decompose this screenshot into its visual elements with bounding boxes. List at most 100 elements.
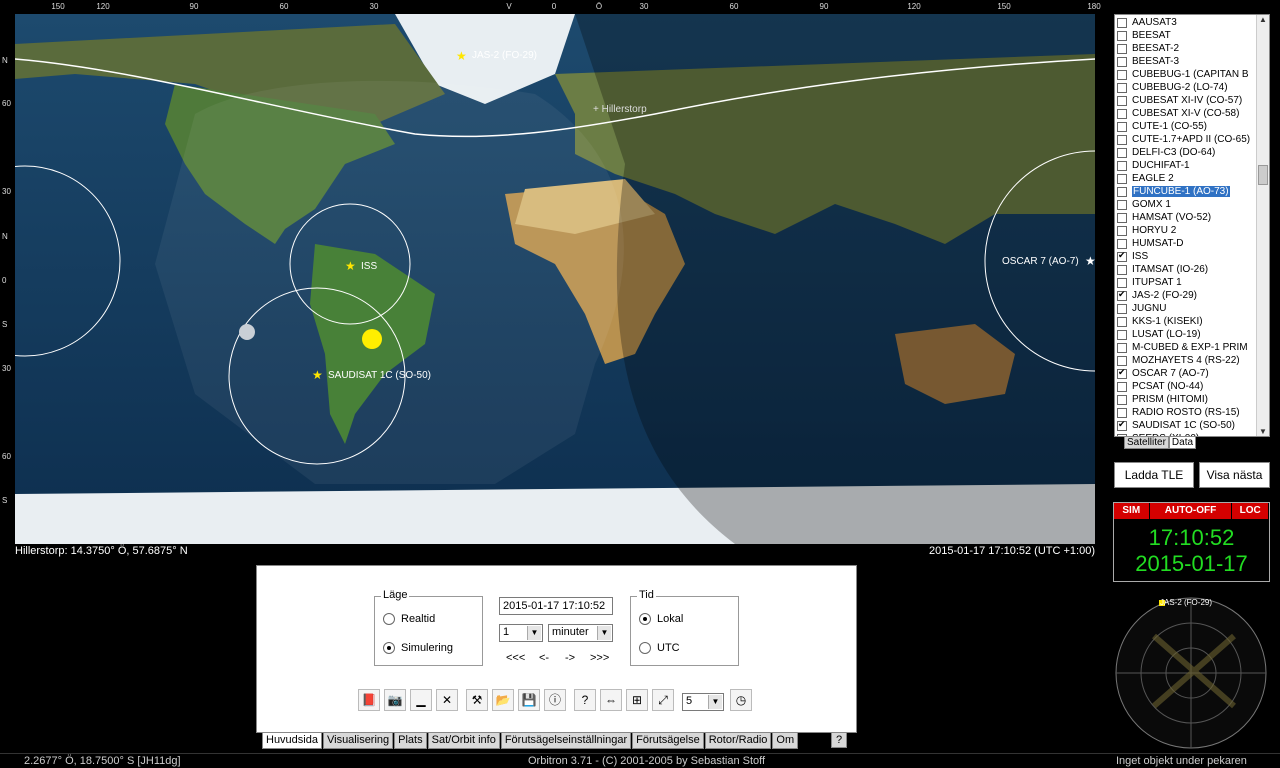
step-value-select[interactable]: 1 ▼ — [499, 624, 543, 642]
satellite-checkbox[interactable] — [1117, 108, 1127, 119]
tab-visualisering[interactable]: Visualisering — [322, 733, 394, 749]
satellite-checkbox[interactable] — [1117, 277, 1127, 288]
folder-open-icon[interactable]: 📂 — [492, 689, 514, 711]
time-local-radio[interactable]: Lokal — [639, 613, 683, 625]
satellite-star-icon[interactable]: ★ — [312, 369, 323, 381]
help-button[interactable]: ? — [831, 733, 848, 748]
step-back-button[interactable]: <- — [539, 652, 549, 664]
tab-about[interactable]: Om — [772, 733, 799, 749]
fullscreen-icon[interactable]: ⤢ — [652, 689, 674, 711]
satellite-checkbox[interactable] — [1117, 289, 1127, 301]
satellite-list-item[interactable]: SAUDISAT 1C (SO-50) — [1117, 419, 1235, 432]
satellite-checkbox[interactable] — [1117, 17, 1127, 28]
satellite-list-item[interactable]: CUBEBUG-1 (CAPITAN B — [1117, 68, 1249, 81]
satellite-list-item[interactable]: CUBESAT XI-IV (CO-57) — [1117, 94, 1242, 107]
satellite-star-icon[interactable]: ★ — [1085, 255, 1095, 267]
satellite-list-item[interactable]: CUTE-1 (CO-55) — [1117, 120, 1207, 133]
satellite-star-icon[interactable]: ★ — [456, 50, 467, 62]
satellite-checkbox[interactable] — [1117, 134, 1127, 145]
tools-icon[interactable]: ⚒ — [466, 689, 488, 711]
satellite-list-item[interactable]: EAGLE 2 — [1117, 172, 1174, 185]
world-map[interactable]: + Hillerstorp ★ JAS-2 (FO-29) ★ ISS ★ SA… — [15, 14, 1095, 544]
close-icon[interactable]: ✕ — [436, 689, 458, 711]
satellite-list-item[interactable]: LUSAT (LO-19) — [1117, 328, 1201, 341]
scroll-down-icon[interactable]: ▼ — [1259, 427, 1267, 436]
satellite-label-jas2[interactable]: JAS-2 (FO-29) — [472, 50, 537, 61]
satellite-list-item[interactable]: HORYU 2 — [1117, 224, 1176, 237]
satellite-checkbox[interactable] — [1117, 381, 1127, 392]
step-forward-button[interactable]: -> — [565, 652, 575, 664]
tab-rotor-radio[interactable]: Rotor/Radio — [704, 733, 772, 749]
satellite-checkbox[interactable] — [1117, 342, 1127, 353]
speed-select[interactable]: 5 ▼ — [682, 693, 724, 711]
tab-prediction-settings[interactable]: Förutsägelseinställningar — [500, 733, 632, 749]
satellite-list-item[interactable]: DUCHIFAT-1 — [1117, 159, 1190, 172]
satellite-list-item[interactable]: JAS-2 (FO-29) — [1117, 289, 1197, 302]
satellite-checkbox[interactable] — [1117, 121, 1127, 132]
mode-simulation-radio[interactable]: Simulering — [383, 642, 453, 654]
tab-satelliter[interactable]: Satelliter — [1124, 437, 1169, 449]
book-icon[interactable]: 📕 — [358, 689, 380, 711]
satellite-list-item[interactable]: HAMSAT (VO-52) — [1117, 211, 1211, 224]
minimize-icon[interactable]: ▁ — [410, 689, 432, 711]
satellite-checkbox[interactable] — [1117, 303, 1127, 314]
step-forward-fast-button[interactable]: >>> — [590, 652, 609, 664]
satellite-checkbox[interactable] — [1117, 30, 1127, 41]
satellite-list-item[interactable]: DELFI-C3 (DO-64) — [1117, 146, 1215, 159]
satellite-checkbox[interactable] — [1117, 69, 1127, 80]
satellite-checkbox[interactable] — [1117, 147, 1127, 158]
tab-sat-orbit-info[interactable]: Sat/Orbit info — [427, 733, 500, 749]
satellite-checkbox[interactable] — [1117, 82, 1127, 93]
satellite-star-icon[interactable]: ★ — [345, 260, 356, 272]
satellite-list-item[interactable]: PCSAT (NO-44) — [1117, 380, 1203, 393]
tab-data[interactable]: Data — [1168, 437, 1197, 449]
camera-icon[interactable]: 📷 — [384, 689, 406, 711]
satellite-checkbox[interactable] — [1117, 160, 1127, 171]
radio-button[interactable] — [383, 642, 395, 654]
radio-button[interactable] — [383, 613, 395, 625]
satellite-list-item[interactable]: CUBESAT XI-V (CO-58) — [1117, 107, 1239, 120]
satellite-list-item[interactable]: MOZHAYETS 4 (RS-22) — [1117, 354, 1240, 367]
satellite-list-item[interactable]: OSCAR 7 (AO-7) — [1117, 367, 1209, 380]
satellite-checkbox[interactable] — [1117, 95, 1127, 106]
scroll-up-icon[interactable]: ▲ — [1259, 15, 1267, 24]
radio-button[interactable] — [639, 613, 651, 625]
scrollbar-thumb[interactable] — [1258, 165, 1268, 185]
satellite-label-saudisat[interactable]: SAUDISAT 1C (SO-50) — [328, 370, 431, 381]
chevron-down-icon[interactable]: ▼ — [597, 626, 611, 640]
time-utc-radio[interactable]: UTC — [639, 642, 680, 654]
satellite-list-item[interactable]: BEESAT — [1117, 29, 1171, 42]
satellite-checkbox[interactable] — [1117, 186, 1127, 197]
list-scrollbar[interactable]: ▲ ▼ — [1256, 15, 1269, 436]
satellite-checkbox[interactable] — [1117, 43, 1127, 54]
satellite-list-item[interactable]: RADIO ROSTO (RS-15) — [1117, 406, 1240, 419]
satellite-list-item[interactable]: ITUPSAT 1 — [1117, 276, 1182, 289]
satellite-checkbox[interactable] — [1117, 199, 1127, 210]
satellite-list-item[interactable]: M-CUBED & EXP-1 PRIM — [1117, 341, 1248, 354]
tab-huvudsida[interactable]: Huvudsida — [262, 733, 322, 749]
chevron-down-icon[interactable]: ▼ — [527, 626, 541, 640]
satellite-list-item[interactable]: FUNCUBE-1 (AO-73) — [1117, 185, 1231, 198]
load-tle-button[interactable]: Ladda TLE — [1114, 462, 1194, 488]
satellite-label-iss[interactable]: ISS — [361, 261, 377, 272]
satellite-list-item[interactable]: HUMSAT-D — [1117, 237, 1183, 250]
satellite-checkbox[interactable] — [1117, 329, 1127, 340]
satellite-list-item[interactable]: AAUSAT3 — [1117, 16, 1177, 29]
tab-prediction[interactable]: Förutsägelse — [632, 733, 704, 749]
satellite-checkbox[interactable] — [1117, 316, 1127, 327]
satellite-checkbox[interactable] — [1117, 407, 1127, 418]
satellite-list-item[interactable]: BEESAT-3 — [1117, 55, 1179, 68]
help-cursor-icon[interactable]: ? — [574, 689, 596, 711]
info-icon[interactable]: ⓘ — [544, 689, 566, 711]
satellite-list-item[interactable]: JUGNU — [1117, 302, 1166, 315]
window-tile-icon[interactable]: ⊞ — [626, 689, 648, 711]
sim-indicator[interactable]: SIM — [1114, 503, 1150, 519]
satellite-list[interactable]: SEEDS (XI-00)SAUDISAT 1C (SO-50)RADIO RO… — [1114, 14, 1270, 437]
satellite-checkbox[interactable] — [1117, 225, 1127, 236]
satellite-checkbox[interactable] — [1117, 419, 1127, 431]
satellite-checkbox[interactable] — [1117, 56, 1127, 67]
auto-off-indicator[interactable]: AUTO-OFF — [1149, 503, 1233, 519]
tab-plats[interactable]: Plats — [394, 733, 427, 749]
save-icon[interactable]: 💾 — [518, 689, 540, 711]
satellite-list-item[interactable]: CUTE-1.7+APD II (CO-65) — [1117, 133, 1250, 146]
